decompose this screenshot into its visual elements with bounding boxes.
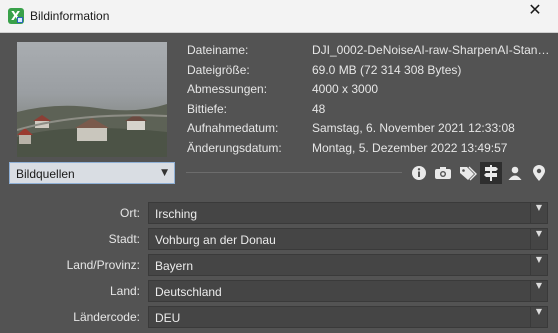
field-label: Ländercode: — [73, 310, 140, 324]
dropdown-arrow-icon[interactable]: ▼ — [530, 203, 547, 223]
metadata-value: 48 — [312, 102, 326, 116]
dropdown-arrow-icon[interactable]: ▼ — [530, 229, 547, 249]
field-label: Land: — [109, 284, 140, 298]
metadata-value: Montag, 5. Dezember 2022 13:49:57 — [312, 141, 508, 155]
land-field[interactable]: Deutschland ▼ — [148, 280, 548, 302]
form-row-laendercode: Ländercode: DEU ▼ — [0, 306, 558, 328]
field-value: Vohburg an der Donau — [155, 233, 276, 247]
field-value: Bayern — [155, 259, 194, 273]
metadata-label: Bittiefe: — [187, 102, 228, 116]
xnview-app-icon: X — [8, 8, 24, 24]
metadata-row-modified-date: Änderungsdatum: Montag, 5. Dezember 2022… — [187, 139, 552, 158]
image-thumbnail — [17, 42, 167, 157]
dropdown-arrow-icon[interactable]: ▼ — [530, 255, 547, 275]
person-icon[interactable] — [504, 162, 526, 184]
metadata-label: Aufnahmedatum: — [187, 121, 279, 135]
info-icon[interactable] — [408, 162, 430, 184]
metadata-value: 69.0 MB (72 314 308 Bytes) — [312, 63, 462, 77]
metadata-value: DJI_0002-DeNoiseAI-raw-SharpenAI-Standar… — [312, 43, 552, 57]
stadt-field[interactable]: Vohburg an der Donau ▼ — [148, 228, 548, 250]
tag-icon[interactable] — [456, 162, 478, 184]
form-row-land: Land: Deutschland ▼ — [0, 280, 558, 302]
dropdown-arrow-icon[interactable]: ▼ — [530, 307, 547, 327]
metadata-row-filesize: Dateigröße: 69.0 MB (72 314 308 Bytes) — [187, 61, 552, 80]
field-label: Ort: — [120, 206, 140, 220]
metadata-label: Dateiname: — [187, 43, 249, 57]
provinz-field[interactable]: Bayern ▼ — [148, 254, 548, 276]
metadata-label: Dateigröße: — [187, 63, 250, 77]
form-row-provinz: Land/Provinz: Bayern ▼ — [0, 254, 558, 276]
title-bar: X Bildinformation ✕ — [0, 0, 558, 33]
metadata-row-bitdepth: Bittiefe: 48 — [187, 100, 552, 119]
close-button[interactable]: ✕ — [512, 0, 558, 33]
field-label: Land/Provinz: — [66, 258, 140, 272]
metadata-value: 4000 x 3000 — [312, 82, 379, 96]
info-tab-bar — [0, 162, 558, 184]
signpost-icon[interactable] — [480, 162, 502, 184]
form-row-stadt: Stadt: Vohburg an der Donau ▼ — [0, 228, 558, 250]
field-value: Deutschland — [155, 285, 222, 299]
ort-field[interactable]: Irsching ▼ — [148, 202, 548, 224]
field-label: Stadt: — [108, 232, 140, 246]
field-value: Irsching — [155, 207, 198, 221]
laendercode-field[interactable]: DEU ▼ — [148, 306, 548, 328]
field-value: DEU — [155, 311, 181, 325]
camera-icon[interactable] — [432, 162, 454, 184]
location-pin-icon[interactable] — [528, 162, 550, 184]
metadata-row-filename: Dateiname: DJI_0002-DeNoiseAI-raw-Sharpe… — [187, 41, 552, 60]
dropdown-arrow-icon[interactable]: ▼ — [530, 281, 547, 301]
metadata-row-capture-date: Aufnahmedatum: Samstag, 6. November 2021… — [187, 119, 552, 138]
metadata-label: Abmessungen: — [187, 82, 268, 96]
metadata-label: Änderungsdatum: — [187, 141, 282, 155]
window-title: Bildinformation — [30, 9, 110, 23]
metadata-row-dimensions: Abmessungen: 4000 x 3000 — [187, 80, 552, 99]
metadata-value: Samstag, 6. November 2021 12:33:08 — [312, 121, 515, 135]
form-row-ort: Ort: Irsching ▼ — [0, 202, 558, 224]
